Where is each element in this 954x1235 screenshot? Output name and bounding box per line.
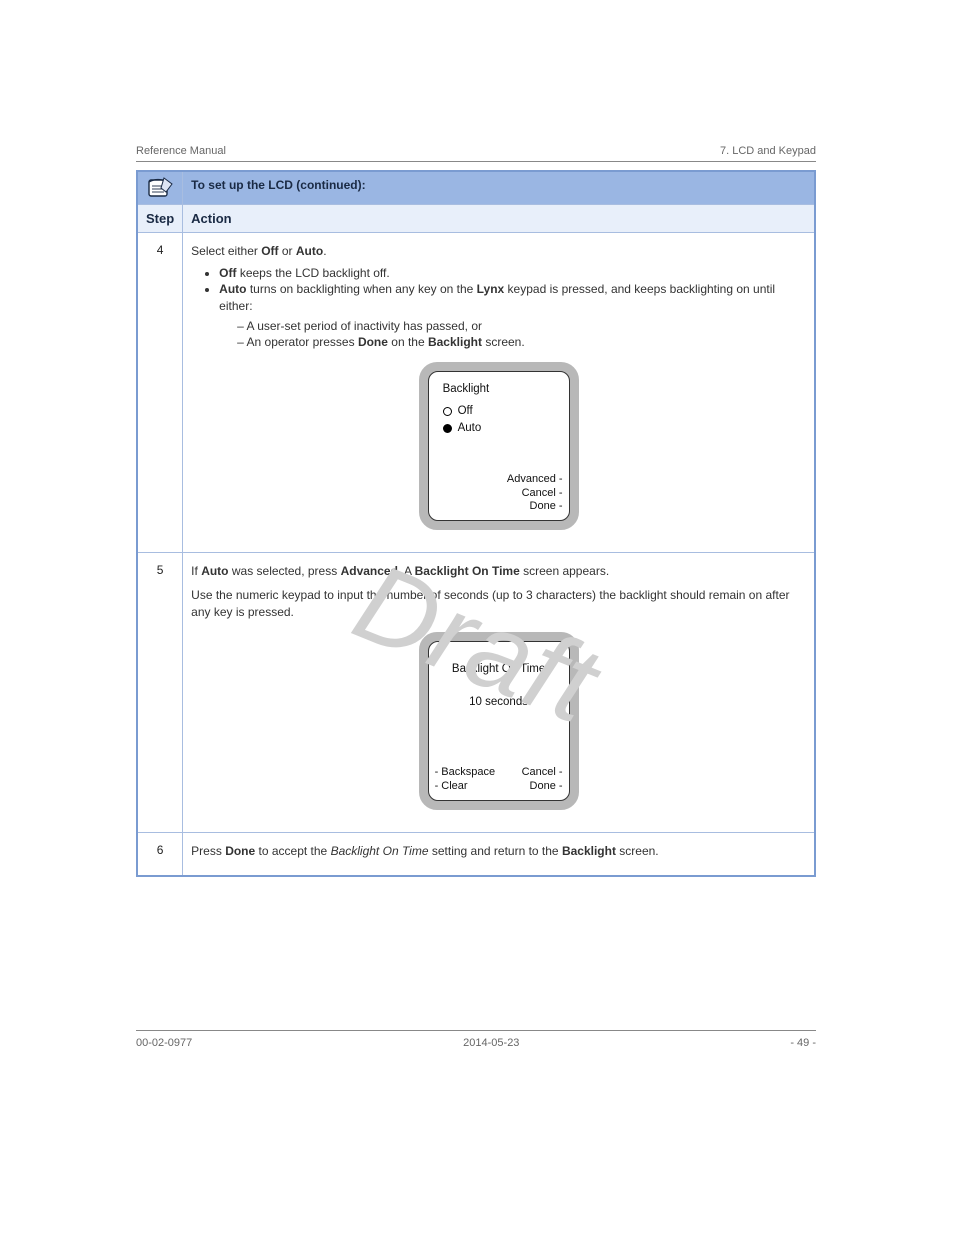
screen-title: Backlight On Time bbox=[439, 662, 559, 678]
screen-action-clear: - Clear bbox=[435, 780, 496, 794]
radio-option-off: Off bbox=[439, 404, 559, 420]
notepad-icon bbox=[146, 176, 174, 200]
list-item: An operator presses Done on the Backligh… bbox=[237, 334, 806, 350]
step-body: Press Done to accept the Backlight On Ti… bbox=[183, 832, 815, 876]
list-item: Off keeps the LCD backlight off. bbox=[219, 265, 806, 281]
screen-action-backspace: - Backspace bbox=[435, 766, 496, 780]
page-footer: 00-02-0977 2014-05-23 - 49 - bbox=[136, 1030, 816, 1049]
screen-action-done: Done - bbox=[507, 500, 563, 514]
step-body: Select either Off or Auto. Off keeps the… bbox=[183, 233, 815, 553]
t: If bbox=[191, 564, 201, 578]
radio-option-auto: Auto bbox=[439, 421, 559, 437]
t: Auto bbox=[201, 564, 228, 578]
t: screen appears. bbox=[520, 564, 609, 578]
step5-lead: If Auto was selected, press Advanced. A … bbox=[191, 563, 806, 579]
header-left: Reference Manual bbox=[136, 145, 226, 157]
radio-empty-icon bbox=[443, 407, 452, 416]
table-row: 4 Select either Off or Auto. Off keeps t… bbox=[137, 233, 815, 553]
step4-lead: Select either Off or Auto. bbox=[191, 243, 806, 259]
page-content: Reference Manual 7. LCD and Keypad To se… bbox=[136, 145, 816, 877]
radio-label: Off bbox=[458, 404, 473, 420]
header-right: 7. LCD and Keypad bbox=[720, 145, 816, 157]
procedure-table: To set up the LCD (continued): Step Acti… bbox=[136, 170, 816, 877]
table-row: 6 Press Done to accept the Backlight On … bbox=[137, 832, 815, 876]
screen-action-advanced: Advanced - bbox=[507, 473, 563, 487]
screen-title: Backlight bbox=[439, 382, 559, 398]
step5-p2: Use the numeric keypad to input the numb… bbox=[191, 587, 806, 619]
t: Backlight On Time bbox=[415, 564, 520, 578]
note-icon-cell bbox=[137, 171, 183, 205]
step-number: 5 bbox=[137, 553, 183, 833]
footer-right: - 49 - bbox=[790, 1037, 816, 1049]
procedure-title: To set up the LCD (continued): bbox=[183, 171, 815, 205]
screen-value: 10 seconds bbox=[439, 695, 559, 711]
radio-label: Auto bbox=[458, 421, 482, 437]
t: was selected, press bbox=[229, 564, 341, 578]
device-screen-backlight: Backlight Off Auto Advanced - bbox=[419, 362, 579, 530]
col-header-step: Step bbox=[137, 205, 183, 233]
step-body: If Auto was selected, press Advanced. A … bbox=[183, 553, 815, 833]
list-item: A user-set period of inactivity has pass… bbox=[237, 318, 806, 334]
device-screen-ontime: Backlight On Time 10 seconds - Backspace… bbox=[419, 632, 579, 810]
list-item: Auto turns on backlighting when any key … bbox=[219, 281, 806, 350]
t: Advanced bbox=[341, 564, 398, 578]
step-number: 6 bbox=[137, 832, 183, 876]
screen-action-cancel: Cancel - bbox=[522, 766, 563, 780]
step-number: 4 bbox=[137, 233, 183, 553]
screen-action-cancel: Cancel - bbox=[507, 487, 563, 501]
header-rule bbox=[136, 161, 816, 162]
t: . A bbox=[398, 564, 415, 578]
page-header: Reference Manual 7. LCD and Keypad bbox=[136, 145, 816, 157]
table-row: 5 If Auto was selected, press Advanced. … bbox=[137, 553, 815, 833]
radio-filled-icon bbox=[443, 424, 452, 433]
screen-action-done: Done - bbox=[522, 780, 563, 794]
col-header-action: Action bbox=[183, 205, 815, 233]
footer-rule bbox=[136, 1030, 816, 1031]
footer-left: 00-02-0977 bbox=[136, 1037, 192, 1049]
footer-center: 2014-05-23 bbox=[463, 1037, 519, 1049]
